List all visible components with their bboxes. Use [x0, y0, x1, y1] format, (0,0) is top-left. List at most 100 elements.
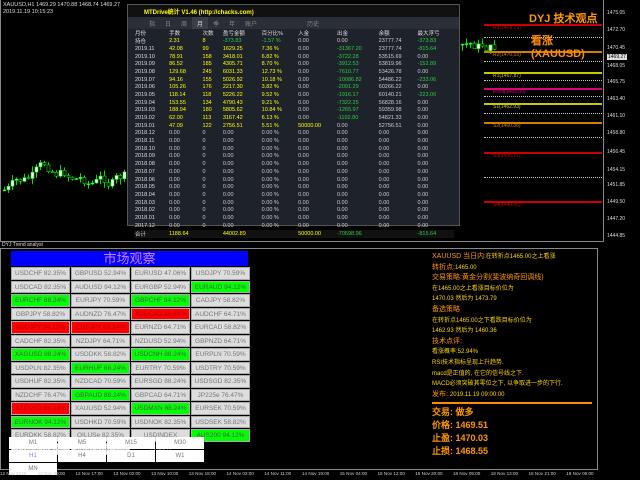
- table-cell: 0.00: [417, 68, 429, 75]
- total-cell: [201, 229, 222, 238]
- tab-1[interactable]: 日: [160, 17, 176, 29]
- level-label: S3(1456.21): [493, 153, 521, 159]
- symbol-cell[interactable]: BTCUSD 88.24%: [11, 402, 70, 415]
- total-cell: -70598.96: [335, 229, 378, 238]
- timeframe-h1[interactable]: H1: [9, 450, 57, 462]
- table-cell: 0.00: [417, 161, 429, 168]
- table-row: 2018.09 0.00 0 0.00 0.00 % 0.00 0.00 0.00 0.00: [134, 153, 454, 161]
- mtdrive-tabs: 指日周月季年账户 历史: [128, 17, 459, 29]
- symbol-cell[interactable]: EURAUD 94.12%: [191, 280, 250, 293]
- symbol-cell[interactable]: EURGBP 52.94%: [131, 280, 190, 293]
- symbol-cell[interactable]: USDSEK 58.82%: [191, 415, 250, 428]
- table-row: 2018.10 0.00 0 0.00 0.00 % 0.00 0.00 0.00 0.00: [134, 145, 454, 153]
- table-cell: 118.14: [169, 91, 186, 98]
- tab-2[interactable]: 周: [176, 17, 192, 29]
- symbol-cell[interactable]: EURNOK 94.12%: [11, 415, 70, 428]
- tab-0[interactable]: 指: [144, 17, 160, 29]
- symbol-cell[interactable]: GBPAUD 88.24%: [71, 388, 130, 401]
- symbol-cell[interactable]: EURSEK 70.59%: [191, 402, 250, 415]
- price-label: 1465.75: [607, 79, 626, 85]
- symbol-cell[interactable]: GBPCHF 94.12%: [131, 294, 190, 307]
- symbol-cell[interactable]: USDJPY 70.59%: [191, 267, 250, 280]
- table-cell: 0.00: [378, 214, 390, 221]
- timeframe-m15[interactable]: M15: [107, 437, 155, 449]
- date-label: 18 Nov 21:00: [528, 471, 556, 476]
- symbol-cell[interactable]: NZDCHF 76.47%: [11, 388, 70, 401]
- symbol-cell[interactable]: EURJPY 70.59%: [71, 294, 130, 307]
- symbol-cell[interactable]: EURHUF 88.24%: [71, 361, 130, 374]
- candle: [476, 43, 481, 49]
- symbol-cell[interactable]: GBPUSD 52.94%: [71, 267, 130, 280]
- symbol-cell[interactable]: EURCHF 88.24%: [11, 294, 70, 307]
- symbol-cell[interactable]: EURSGD 88.24%: [131, 375, 190, 388]
- symbol-cell[interactable]: USDNOK 82.35%: [131, 415, 190, 428]
- symbol-cell[interactable]: USDMXN 88.24%: [131, 402, 190, 415]
- table-cell: 129.68: [169, 68, 186, 75]
- table-cell: 0.00: [298, 168, 309, 175]
- candle: [460, 43, 465, 46]
- symbol-cell[interactable]: NZDUSD 52.94%: [131, 334, 190, 347]
- symbol-cell[interactable]: USDCAD 82.35%: [11, 280, 70, 293]
- price-label: 1463.40: [607, 96, 626, 102]
- symbol-cell[interactable]: USDCHF 82.35%: [11, 267, 70, 280]
- symbol-cell[interactable]: EURNZD 64.71%: [131, 321, 190, 334]
- symbol-cell[interactable]: USDPLN 82.35%: [11, 361, 70, 374]
- symbol-cell[interactable]: USDHUF 82.35%: [11, 375, 70, 388]
- analysis-intraday: :在转折点1465.00之上看涨: [484, 254, 556, 260]
- timeframe-d1[interactable]: D1: [107, 450, 155, 462]
- symbol-cell[interactable]: AUDNZD 76.47%: [71, 307, 130, 320]
- symbol-cell[interactable]: AUDUSD 94.12%: [71, 280, 130, 293]
- symbol-cell[interactable]: USDSGD 82.35%: [191, 375, 250, 388]
- symbol-cell[interactable]: EURTRY 70.59%: [131, 361, 190, 374]
- table-cell: 0.00: [378, 222, 390, 229]
- table-cell: 122: [202, 122, 212, 129]
- symbol-cell[interactable]: AUDJPY 94.12%: [11, 321, 70, 334]
- tab-3[interactable]: 月: [192, 17, 209, 29]
- table-cell: 0.00: [169, 191, 180, 198]
- price-label: 1475.05: [607, 10, 626, 16]
- table-row: 2019.11 42.08 99 1629.25 7.36 % 0.00 -31367.20…: [134, 45, 454, 53]
- tab-6[interactable]: 账户: [240, 17, 262, 29]
- table-cell: 105.26: [169, 84, 186, 91]
- table-cell: 0.00 %: [261, 176, 279, 183]
- symbol-cell[interactable]: GBPNZD 64.71%: [191, 334, 250, 347]
- symbol-cell[interactable]: EURPLN 70.59%: [191, 348, 250, 361]
- symbol-cell[interactable]: EURCAD 58.82%: [191, 321, 250, 334]
- tab-4[interactable]: 季: [208, 17, 224, 29]
- symbol-cell[interactable]: USDHKD 70.59%: [71, 415, 130, 428]
- symbol-cell[interactable]: AUDCHF 64.71%: [191, 307, 250, 320]
- symbol-cell[interactable]: XAGUSD 88.24%: [11, 348, 70, 361]
- symbol-cell[interactable]: CADCHF 82.35%: [11, 334, 70, 347]
- timeframe-w1[interactable]: W1: [156, 450, 204, 462]
- symbol-cell[interactable]: USDTRY 70.59%: [191, 361, 250, 374]
- symbol-cell[interactable]: USDCNH 88.24%: [131, 348, 190, 361]
- tab-5[interactable]: 年: [224, 17, 240, 29]
- symbol-cell[interactable]: GBPCAD 64.71%: [131, 388, 190, 401]
- symbol-cell[interactable]: GBPJPY 58.82%: [11, 307, 70, 320]
- table-cell: 0.00 %: [261, 145, 279, 152]
- pivot-value: 1465.00: [454, 264, 477, 271]
- symbol-ohlc: XAUUSD,H1 1469.29 1470.88 1468.74 1469.2…: [3, 2, 121, 8]
- timeframe-m30[interactable]: M30: [156, 437, 204, 449]
- symbol-cell[interactable]: XAUUSD 52.94%: [71, 402, 130, 415]
- symbol-cell[interactable]: CADJPY 58.82%: [191, 294, 250, 307]
- dotted-line: [484, 96, 602, 97]
- timeframe-m1[interactable]: M1: [9, 437, 57, 449]
- candle: [492, 44, 497, 50]
- symbol-cell[interactable]: NZDJPY 64.71%: [71, 334, 130, 347]
- timeframe-m5[interactable]: M5: [58, 437, 106, 449]
- symbol-cell[interactable]: CHFJPY 88.24%: [71, 321, 130, 334]
- tab-7[interactable]: 历史: [302, 17, 324, 29]
- table-cell: 0.00: [417, 115, 429, 122]
- trade-price: 价格: 1469.51: [432, 420, 489, 431]
- timeframe-h4[interactable]: H4: [58, 450, 106, 462]
- symbol-cell[interactable]: USDDKK 58.82%: [71, 348, 130, 361]
- table-cell: 8: [202, 38, 206, 44]
- symbol-cell[interactable]: EURUSD 47.06%: [131, 267, 190, 280]
- candle: [74, 178, 79, 180]
- symbol-cell[interactable]: JP225e 76.47%: [191, 388, 250, 401]
- symbol-cell[interactable]: AUDCAD 88.24%: [131, 307, 190, 320]
- symbol-cell[interactable]: NZDCAD 70.59%: [71, 375, 130, 388]
- mtdrive-window[interactable]: MTDrive统计 V1.46 (http://chacks.com) 指日周月…: [127, 4, 460, 238]
- table-cell: 0: [202, 191, 206, 198]
